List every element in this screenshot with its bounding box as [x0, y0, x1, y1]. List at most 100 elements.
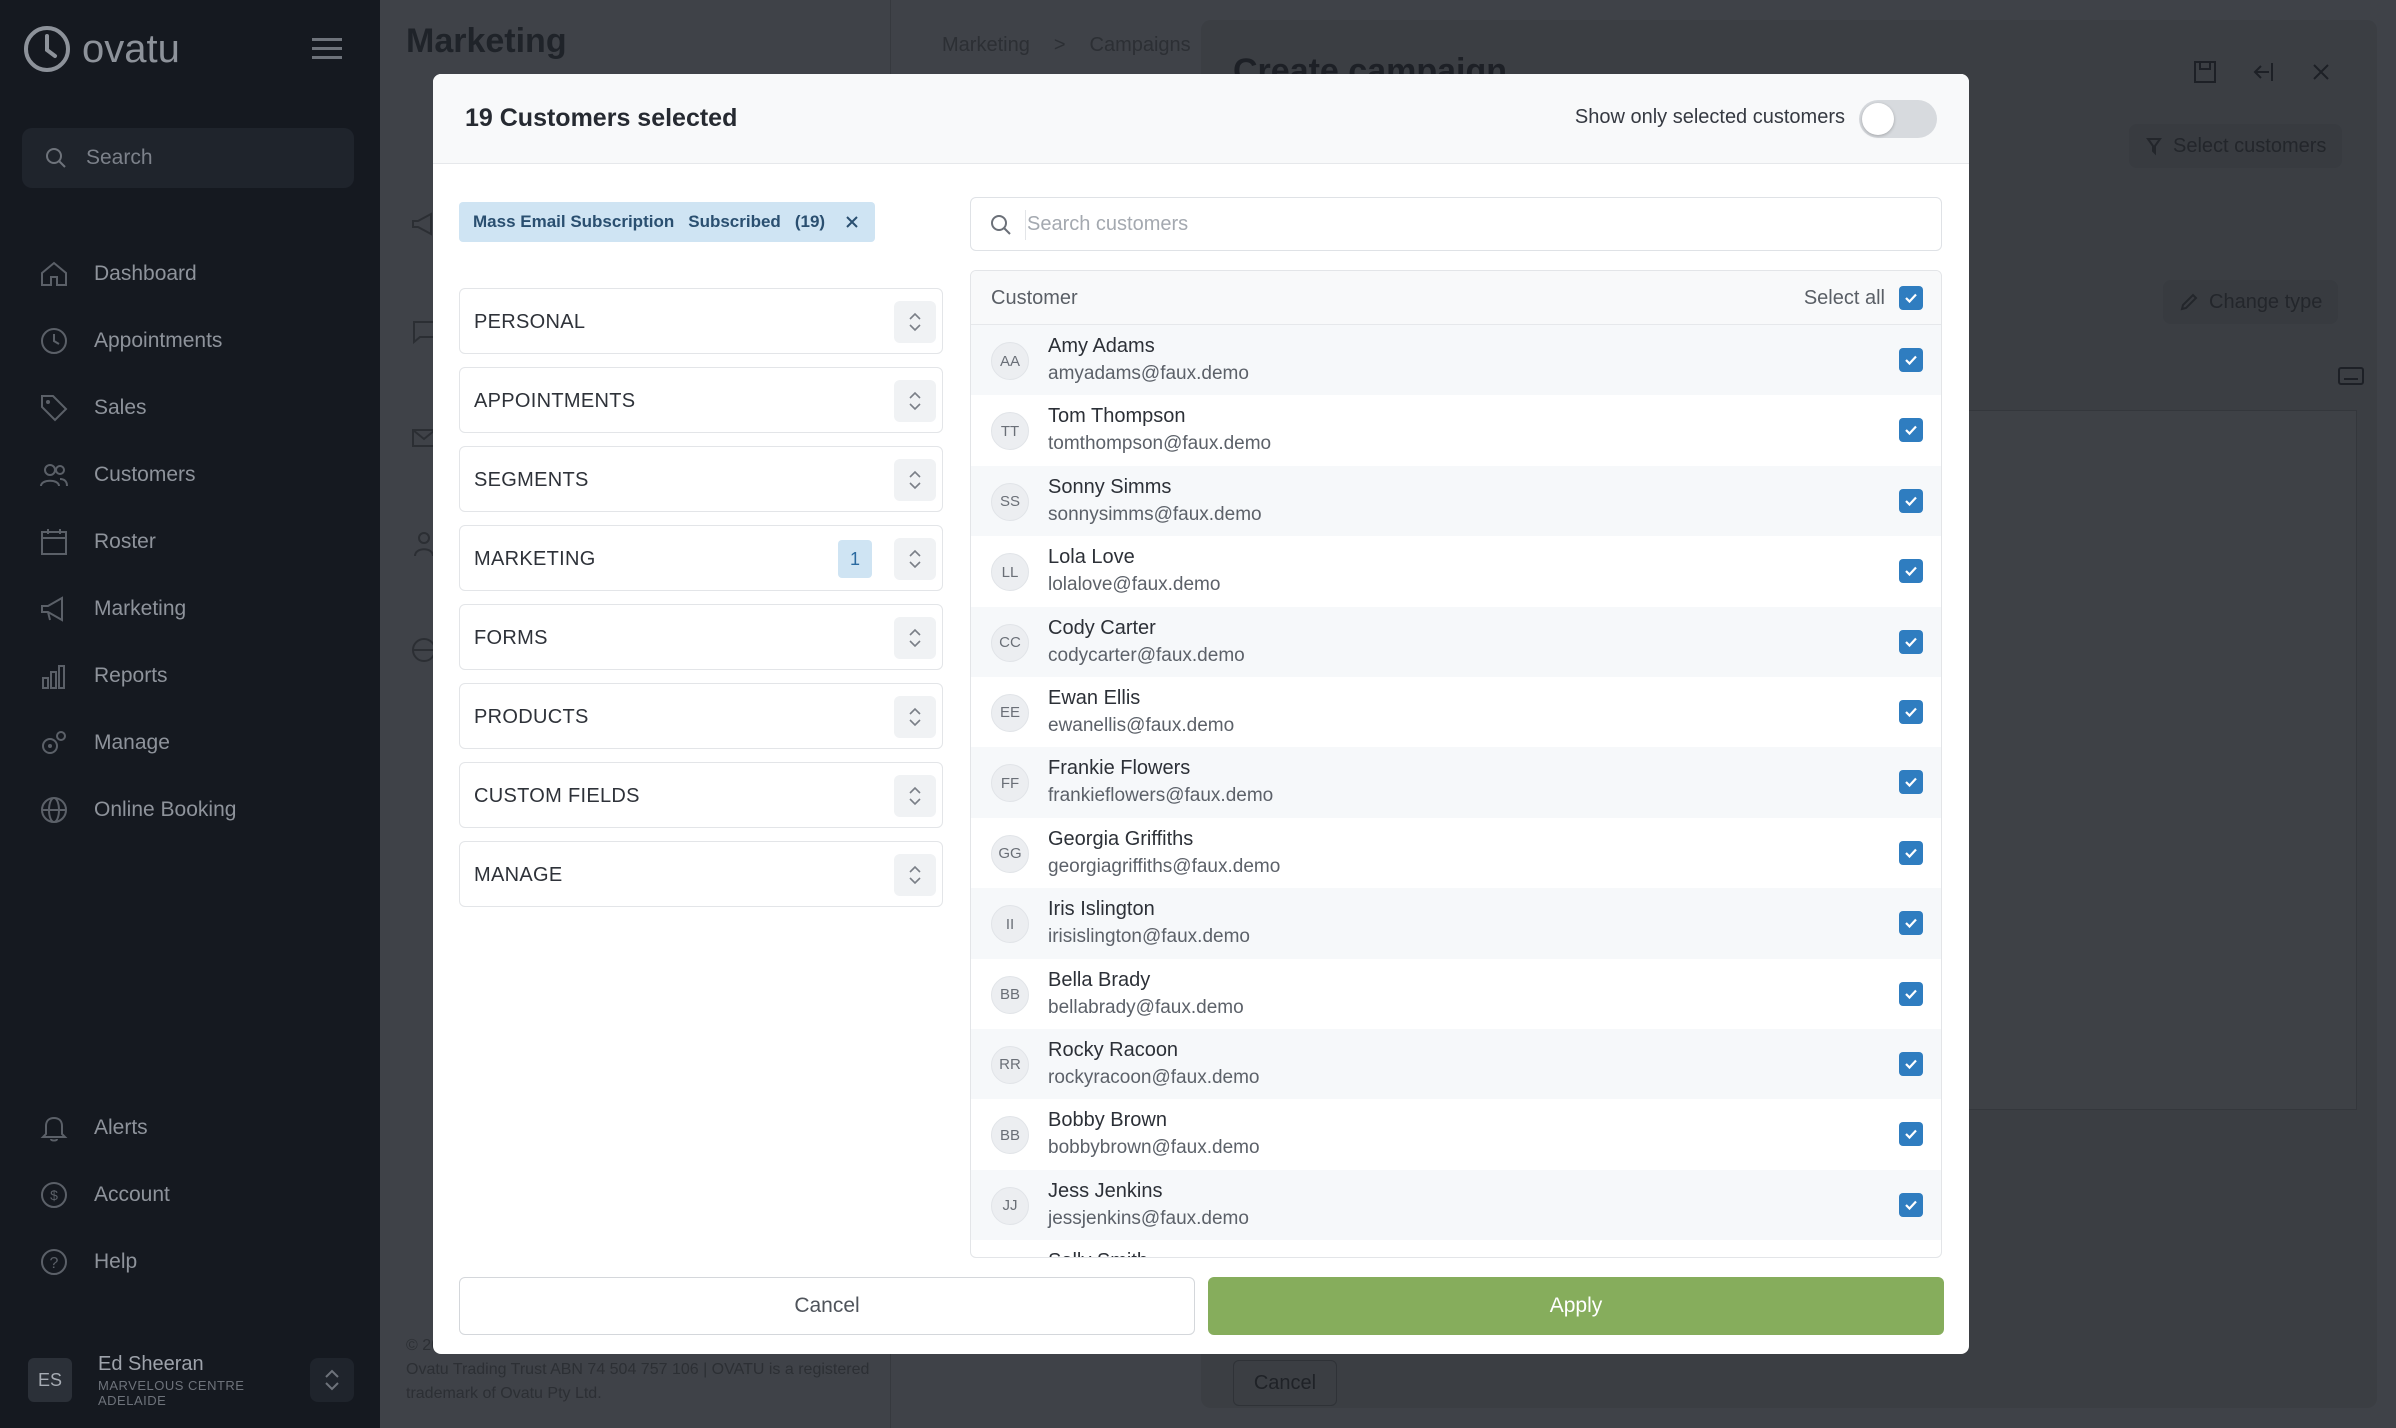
customer-email: codycarter@faux.demo — [1048, 644, 1245, 666]
customer-checkbox[interactable] — [1899, 629, 1923, 654]
user-menu[interactable]: ES Ed Sheeran MARVELOUS CENTRE ADELAIDE — [28, 1350, 354, 1410]
customer-checkbox[interactable] — [1899, 840, 1923, 865]
search-customers-input[interactable] — [1027, 199, 1927, 249]
customer-row[interactable]: II Iris Islington irisislington@faux.demo — [971, 888, 1941, 959]
customer-row[interactable]: EE Ewan Ellis ewanellis@faux.demo — [971, 677, 1941, 747]
customer-row[interactable]: AA Amy Adams amyadams@faux.demo — [971, 325, 1941, 396]
change-type-button[interactable]: Change type — [2163, 280, 2339, 324]
editor-area[interactable] — [1961, 410, 2357, 1110]
check-icon — [1905, 637, 1917, 647]
breadcrumb-item[interactable]: Marketing — [942, 34, 1030, 57]
apply-button[interactable]: Apply — [1208, 1277, 1944, 1335]
close-icon[interactable] — [2307, 58, 2335, 86]
nav-marketing[interactable]: Marketing — [38, 593, 186, 625]
customer-row[interactable]: BB Bella Brady bellabrady@faux.demo — [971, 959, 1941, 1029]
customer-row[interactable]: FF Frankie Flowers frankieflowers@faux.dem… — [971, 747, 1941, 818]
customer-checkbox[interactable] — [1899, 911, 1923, 936]
nav-online-booking[interactable]: Online Booking — [38, 794, 236, 826]
expand-toggle[interactable] — [894, 459, 936, 501]
customer-email: lolalove@faux.demo — [1048, 574, 1221, 596]
nav-alerts[interactable]: Alerts — [38, 1112, 148, 1144]
customer-row[interactable]: GG Georgia Griffiths georgiagriffiths@faux… — [971, 818, 1941, 888]
filter-group-forms[interactable]: FORMS — [459, 604, 943, 670]
nav-label: Dashboard — [94, 262, 197, 285]
expand-toggle[interactable] — [894, 775, 936, 817]
customer-checkbox[interactable] — [1899, 488, 1923, 513]
save-icon[interactable] — [2191, 58, 2219, 86]
customer-name: Bella Brady — [1048, 968, 1151, 991]
check-icon — [1905, 355, 1917, 366]
expand-toggle[interactable] — [894, 301, 936, 343]
filter-group-marketing[interactable]: MARKETING 1 — [459, 525, 943, 591]
customer-checkbox[interactable] — [1899, 559, 1923, 584]
panel-cancel-button[interactable]: Cancel — [1233, 1360, 1337, 1406]
ovatu-logo-icon — [24, 26, 70, 72]
customer-email: bellabrady@faux.demo — [1048, 996, 1244, 1018]
check-icon — [1905, 778, 1917, 788]
expand-toggle[interactable] — [894, 538, 936, 580]
nav-manage[interactable]: Manage — [38, 727, 170, 759]
nav-account[interactable]: $ Account — [38, 1179, 170, 1211]
customer-name: Rocky Racoon — [1048, 1038, 1179, 1061]
nav-roster[interactable]: Roster — [38, 526, 156, 558]
select-all-checkbox[interactable] — [1899, 286, 1923, 310]
customer-row[interactable]: SS Sonny Simms sonnysimms@faux.demo — [971, 465, 1941, 537]
nav-reports[interactable]: Reports — [38, 660, 168, 692]
customer-checkbox[interactable] — [1899, 699, 1923, 724]
customer-checkbox[interactable] — [1899, 1122, 1923, 1147]
check-icon — [1905, 848, 1917, 858]
svg-text:$: $ — [50, 1187, 58, 1203]
svg-text:?: ? — [50, 1255, 59, 1272]
customer-avatar: SS — [991, 1257, 1029, 1258]
customer-row[interactable]: JJ Jess Jenkins jessjenkins@faux.demo — [971, 1169, 1941, 1241]
nav-sales[interactable]: Sales — [38, 392, 147, 424]
customer-checkbox[interactable] — [1899, 1192, 1923, 1217]
collapse-panel-icon[interactable] — [2249, 58, 2277, 86]
nav-label: Reports — [94, 664, 168, 687]
filter-group-manage[interactable]: MANAGE — [459, 841, 943, 907]
customer-email: ewanellis@faux.demo — [1048, 714, 1235, 736]
filter-group-personal[interactable]: PERSONAL — [459, 288, 943, 354]
customer-row[interactable]: BB Bobby Brown bobbybrown@faux.demo — [971, 1099, 1941, 1169]
nav-appointments[interactable]: Appointments — [38, 325, 222, 357]
expand-toggle[interactable] — [894, 696, 936, 738]
filter-group-appointments[interactable]: APPOINTMENTS — [459, 367, 943, 433]
customer-name: Georgia Griffiths — [1048, 827, 1194, 850]
user-menu-toggle[interactable] — [310, 1358, 354, 1402]
nav-dashboard[interactable]: Dashboard — [38, 258, 197, 290]
filter-group-products[interactable]: PRODUCTS — [459, 683, 943, 749]
customer-checkbox[interactable] — [1899, 418, 1923, 443]
customer-row[interactable]: SS Sally Smith — [971, 1240, 1941, 1258]
modal-title: 19 Customers selected — [465, 104, 738, 132]
sidebar-search[interactable]: Search — [22, 128, 354, 188]
filter-group-segments[interactable]: SEGMENTS — [459, 446, 943, 512]
menu-icon[interactable] — [312, 38, 342, 60]
select-customers-button[interactable]: Select customers — [2129, 124, 2343, 168]
customer-row[interactable]: CC Cody Carter codycarter@faux.demo — [971, 606, 1941, 677]
customer-row[interactable]: RR Rocky Racoon rockyracoon@faux.demo — [971, 1028, 1941, 1100]
keyboard-icon[interactable] — [2338, 366, 2364, 386]
remove-filter-icon[interactable] — [843, 213, 861, 231]
nav-customers[interactable]: Customers — [38, 459, 196, 491]
expand-toggle[interactable] — [894, 617, 936, 659]
check-icon — [1905, 293, 1917, 304]
customer-checkbox[interactable] — [1899, 1051, 1923, 1076]
search-divider — [1025, 210, 1026, 240]
expand-toggle[interactable] — [894, 854, 936, 896]
customer-checkbox[interactable] — [1899, 770, 1923, 795]
filter-group-custom-fields[interactable]: CUSTOM FIELDS — [459, 762, 943, 828]
customer-search[interactable] — [970, 197, 1942, 251]
cancel-button[interactable]: Cancel — [459, 1277, 1195, 1335]
show-only-selected-toggle[interactable] — [1859, 100, 1937, 138]
show-only-selected-label: Show only selected customers — [1574, 106, 1845, 128]
nav-help[interactable]: ? Help — [38, 1246, 137, 1278]
customer-checkbox[interactable] — [1899, 348, 1923, 372]
brand-logo[interactable]: ovatu — [22, 24, 180, 74]
breadcrumb: Marketing > Campaigns — [942, 34, 1191, 57]
breadcrumb-item[interactable]: Campaigns — [1090, 34, 1191, 57]
expand-toggle[interactable] — [894, 380, 936, 422]
customer-checkbox[interactable] — [1899, 981, 1923, 1006]
customer-row[interactable]: TT Tom Thompson tomthompson@faux.demo — [971, 395, 1941, 465]
customer-avatar: GG — [991, 834, 1029, 873]
customer-row[interactable]: LL Lola Love lolalove@faux.demo — [971, 536, 1941, 606]
